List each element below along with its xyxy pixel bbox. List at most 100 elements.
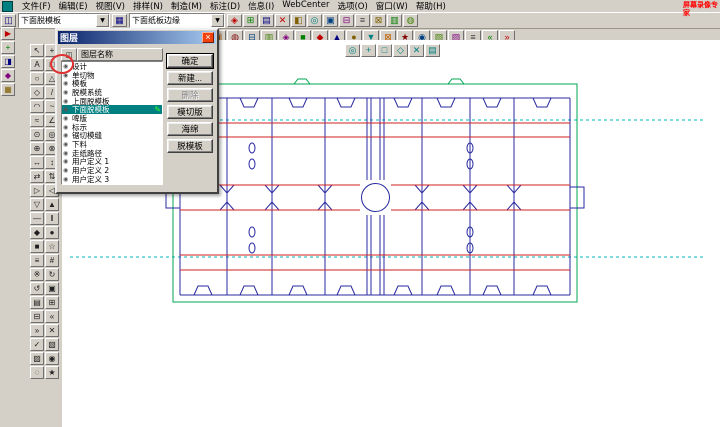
tool-icon-button[interactable]: ▨ [30,352,44,365]
visibility-icon[interactable]: ◉ [63,141,70,148]
visibility-icon[interactable]: ◉ [63,150,70,157]
menu-item[interactable]: 文件(F) [18,0,55,12]
tool-icon-button[interactable]: ≡ [30,254,44,267]
toolbar-icon-button[interactable]: ▤ [259,14,274,27]
menu-item[interactable]: 标注(D) [206,0,244,12]
tool-icon-button[interactable]: ↺ [30,282,44,295]
menu-item[interactable]: 窗口(W) [372,0,412,12]
tool-icon-button[interactable]: ○ [30,72,44,85]
menu-item[interactable]: 选项(O) [333,0,371,12]
edge-combo[interactable]: 下面纸板边缘 ▼ [129,13,225,28]
menu-item[interactable]: 帮助(H) [412,0,450,12]
menu-item[interactable]: 制造(M) [167,0,206,12]
toolbar-icon-button[interactable]: ⊞ [243,14,258,27]
menu-item[interactable]: 排样(N) [129,0,167,12]
toolbar-icon-button[interactable]: ◎ [345,44,360,57]
dialog-button[interactable]: 确定 [167,54,213,68]
tool-icon-button[interactable]: — [30,212,44,225]
visibility-icon[interactable]: ◉ [63,158,70,165]
tool-icon-button[interactable]: ☆ [45,240,59,253]
layer-combo[interactable]: 下面脱模板 ▼ [18,13,110,28]
layer-tool-button[interactable]: ◫ [1,14,16,27]
tool-icon-button[interactable]: ◠ [30,100,44,113]
dialog-button[interactable]: 删除 [167,88,213,102]
toolbar-icon-button[interactable]: ✕ [275,14,290,27]
tool-icon-button[interactable]: # [45,254,59,267]
tool-icon-button[interactable]: ● [45,226,59,239]
tool-icon-button[interactable]: ◌ [30,366,44,379]
tool-icon-button[interactable]: ▣ [45,282,59,295]
visibility-icon[interactable]: ◉ [63,98,70,105]
toolbar-icon-button[interactable]: ▤ [425,44,440,57]
layer-row[interactable]: ◉ 用户定义 3 ✎ [62,175,162,184]
dialog-button[interactable]: 新建... [167,71,213,85]
dialog-button[interactable]: 模切版 [167,105,213,119]
visibility-icon[interactable]: ◉ [63,72,70,79]
chevron-down-icon[interactable]: ▼ [96,14,109,27]
menu-item[interactable]: 信息(I) [244,0,278,12]
menu-item[interactable]: 视图(V) [92,0,129,12]
toolbar-icon-button[interactable]: ◈ [227,14,242,27]
tool-icon-button[interactable]: ‖ [45,212,59,225]
tool-icon-button[interactable]: ▦ [1,83,15,96]
tool-icon-button[interactable]: ⊕ [30,142,44,155]
visibility-icon[interactable]: ◉ [63,167,70,174]
layer-visibility-header-button[interactable]: ◫ [61,48,77,61]
tool-icon-button[interactable]: ◇ [30,86,44,99]
tool-icon-button[interactable]: ▧ [45,338,59,351]
tool-icon-button[interactable]: ※ [30,268,44,281]
tool-icon-button[interactable]: ▽ [30,198,44,211]
tool-icon-button[interactable]: ◆ [1,69,15,82]
toolbar-icon-button[interactable]: ◍ [403,14,418,27]
tool-icon-button[interactable]: ▶ [1,27,15,40]
tool-icon-button[interactable]: ▲ [45,198,59,211]
tool-icon-button[interactable]: ≈ [30,114,44,127]
tool-icon-button[interactable]: ↔ [30,156,44,169]
visibility-icon[interactable]: ◉ [63,63,70,70]
tool-icon-button[interactable]: ◆ [30,226,44,239]
menu-item[interactable]: 编辑(E) [55,0,92,12]
tool-icon-button[interactable]: ⊙ [30,128,44,141]
dialog-button[interactable]: 海绵 [167,122,213,136]
tool-icon-button[interactable]: ◉ [45,352,59,365]
visibility-icon[interactable]: ◉ [63,132,70,139]
visibility-icon[interactable]: ◉ [63,124,70,131]
close-icon[interactable]: × [202,32,214,43]
tool-icon-button[interactable]: » [30,324,44,337]
toolbar-icon-button[interactable]: ✕ [409,44,424,57]
toolbar-icon-button[interactable]: ◧ [291,14,306,27]
tool-icon-button[interactable]: ✓ [30,338,44,351]
layer-list[interactable]: ◉ 设计 ✎ ◉ 单切物 ✎ ◉ 模板 ✎ ◉ [61,61,163,185]
visibility-icon[interactable]: ◉ [63,115,70,122]
toolbar-icon-button[interactable]: + [361,44,376,57]
tool-icon-button[interactable]: « [45,310,59,323]
edge-tool-button[interactable]: ▦ [112,14,127,27]
toolbar-icon-button[interactable]: □ [377,44,392,57]
toolbar-icon-button[interactable]: ⊠ [371,14,386,27]
tool-icon-button[interactable]: ✕ [45,324,59,337]
visibility-icon[interactable]: ◉ [63,106,70,113]
tool-icon-button[interactable]: A [30,58,44,71]
dialog-titlebar[interactable]: 图层 × [58,31,216,44]
toolbar-icon-button[interactable]: ⊟ [339,14,354,27]
chevron-down-icon[interactable]: ▼ [211,14,224,27]
tool-icon-button[interactable]: + [1,41,15,54]
visibility-icon[interactable]: ◉ [63,176,70,183]
toolbar-icon-button[interactable]: ▥ [387,14,402,27]
tool-icon-button[interactable]: ⇄ [30,170,44,183]
visibility-icon[interactable]: ◉ [63,80,70,87]
menu-item[interactable]: WebCenter [278,0,333,12]
tool-icon-button[interactable]: ▤ [30,296,44,309]
toolbar-icon-button[interactable]: ≡ [355,14,370,27]
toolbar-icon-button[interactable]: ▣ [323,14,338,27]
tool-icon-button[interactable]: ▷ [30,184,44,197]
tool-icon-button[interactable]: ⊟ [30,310,44,323]
visibility-icon[interactable]: ◉ [63,89,70,96]
tool-icon-button[interactable]: ■ [30,240,44,253]
tool-icon-button[interactable]: ◨ [1,55,15,68]
tool-icon-button[interactable]: ↖ [30,44,44,57]
tool-icon-button[interactable]: ⊞ [45,296,59,309]
tool-icon-button[interactable]: ★ [45,366,59,379]
tool-icon-button[interactable]: ↻ [45,268,59,281]
dialog-button[interactable]: 脱模板 [167,139,213,153]
